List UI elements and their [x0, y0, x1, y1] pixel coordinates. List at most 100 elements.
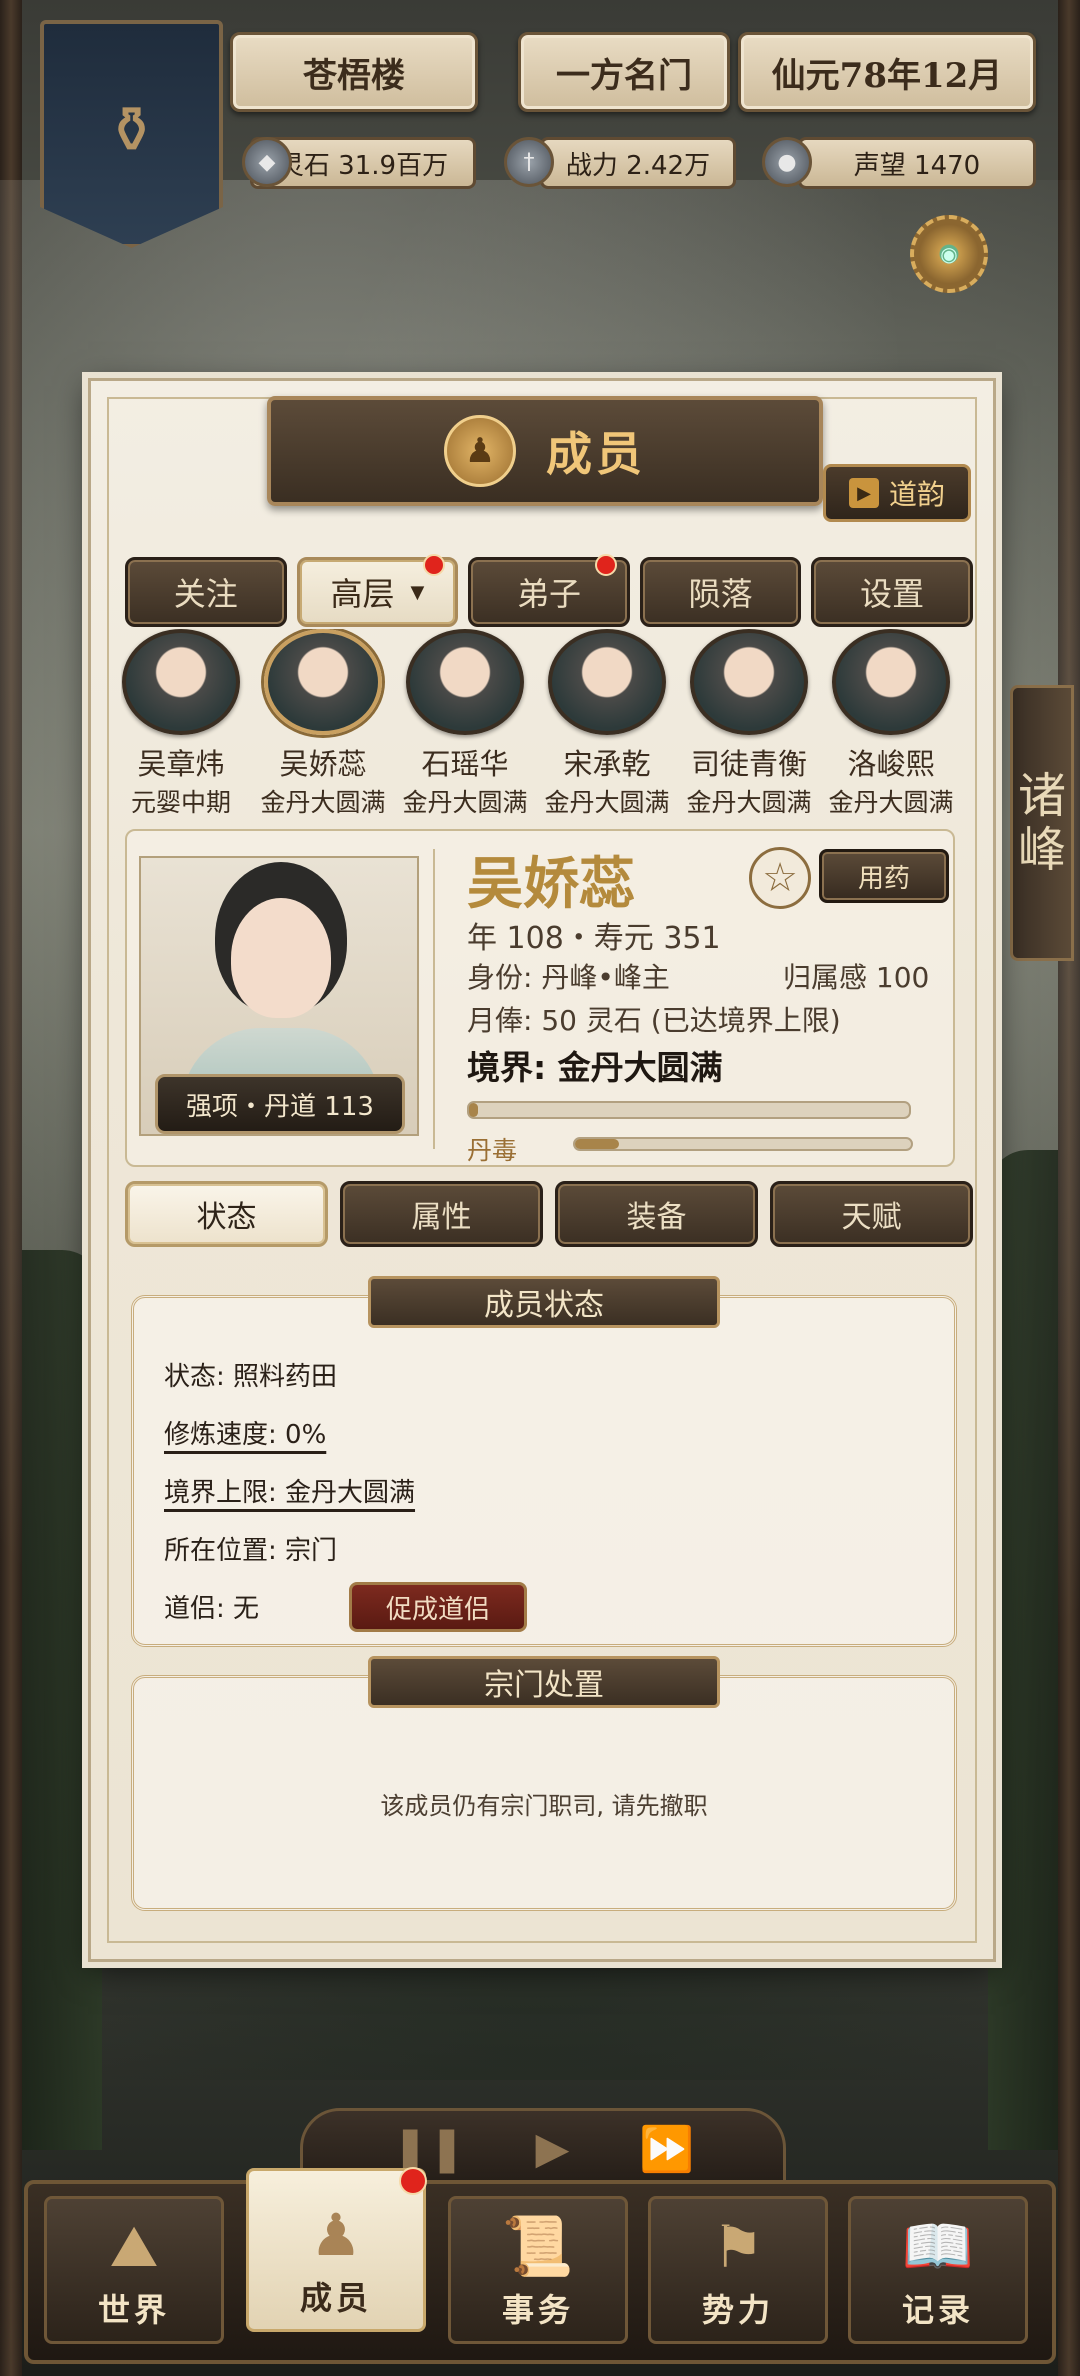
- play-icon: ▶: [848, 478, 879, 508]
- tab-disciple[interactable]: 弟子: [468, 554, 630, 627]
- member-avatar[interactable]: 石瑶华 金丹大圆满: [402, 629, 528, 819]
- member-name-title: 吴娇蕊: [467, 851, 635, 917]
- cultivation-progress-fill: [469, 1103, 478, 1117]
- peaks-side-tab[interactable]: 诸 峰: [1010, 685, 1074, 961]
- member-name: 吴章炜: [137, 747, 225, 781]
- nav-label: 世界: [97, 2291, 170, 2329]
- nav-world[interactable]: ⛰ 世界: [44, 2196, 224, 2344]
- tab-attributes[interactable]: 属性: [340, 1181, 543, 1247]
- tab-follow[interactable]: 关注: [125, 557, 287, 627]
- member-avatar-selected[interactable]: 吴娇蕊 金丹大圆满: [260, 629, 386, 819]
- portrait-head: [231, 898, 331, 1018]
- settings-gear-icon[interactable]: ◉: [910, 215, 988, 293]
- avatar: [832, 629, 950, 735]
- age-lifespan: 年 108・寿元 351: [467, 921, 721, 956]
- avatar: [548, 629, 666, 735]
- scroll-icon: 📜: [501, 2212, 575, 2280]
- member-avatar[interactable]: 宋承乾 金丹大圆满: [545, 629, 670, 819]
- monthly-salary: 月俸: 50 灵石 (已达境界上限): [467, 1004, 841, 1037]
- pause-icon[interactable]: ❚❚: [392, 2123, 466, 2174]
- member-icon: ♟: [310, 2201, 362, 2269]
- member-avatar[interactable]: 吴章炜 元婴中期: [121, 629, 241, 819]
- status-box-title: 成员状态: [368, 1276, 720, 1328]
- panel-title-plaque: ♟ 成员: [267, 396, 823, 506]
- strength-badge: 强项・丹道 113: [155, 1074, 405, 1134]
- realm: 境界: 金丹大圆满: [467, 1048, 723, 1087]
- side-tab-char-1: 诸: [1017, 768, 1066, 824]
- daoyun-label: 道韵: [888, 478, 945, 511]
- avatar: [264, 629, 382, 735]
- member-portrait: 强项・丹道 113: [139, 856, 419, 1136]
- member-profile: 强项・丹道 113 吴娇蕊 ☆ 用药 年 108・寿元 351 身份: 丹峰•峰…: [125, 829, 955, 1167]
- member-realm: 元婴中期: [130, 788, 231, 817]
- member-realm: 金丹大圆满: [402, 788, 528, 817]
- cultivation-progress-bar: [467, 1101, 911, 1119]
- fast-forward-icon[interactable]: ⏩: [639, 2123, 694, 2175]
- detail-tabs: 状态 属性 装备 天赋: [125, 1181, 973, 1247]
- tab-talent[interactable]: 天赋: [770, 1181, 973, 1247]
- tab-label: 弟子: [516, 575, 581, 613]
- tab-status[interactable]: 状态: [125, 1181, 328, 1247]
- member-realm: 金丹大圆满: [260, 788, 386, 817]
- tab-senior[interactable]: 高层 ▼: [296, 554, 459, 627]
- spirit-stone-icon: ◆: [242, 137, 292, 187]
- member-panel: ♟ 成员 ▶ 道韵 关注 高层 ▼ 弟子 陨落 设置 吴章炜 元婴中期 吴娇蕊 金丹大…: [88, 378, 996, 1962]
- member-icon: ♟: [444, 415, 516, 487]
- notification-dot: [423, 554, 446, 576]
- member-avatar[interactable]: 洛峻熙 金丹大圆满: [828, 629, 954, 819]
- dan-poison-fill: [575, 1139, 619, 1149]
- favorite-star-icon[interactable]: ☆: [749, 847, 811, 909]
- disposal-notice: 该成员仍有宗门职司, 请先撤职: [380, 1792, 708, 1820]
- sword-icon: †: [504, 137, 554, 187]
- avatar: [406, 629, 524, 735]
- member-name: 宋承乾: [563, 747, 651, 781]
- sect-disposal-box: 宗门处置 该成员仍有宗门职司, 请先撤职: [131, 1656, 957, 1911]
- reputation-counter: 声望 1470: [798, 137, 1036, 189]
- dao-partner: 道侣: 无: [164, 1594, 260, 1624]
- avatar: [690, 629, 808, 735]
- nav-member[interactable]: ♟ 成员: [246, 2167, 427, 2332]
- sect-rank[interactable]: 一方名门: [518, 32, 730, 112]
- tab-fallen[interactable]: 陨落: [639, 557, 802, 627]
- realm-limit[interactable]: 境界上限: 金丹大圆满: [164, 1472, 415, 1509]
- bottom-nav: ⛰ 世界 ♟ 成员 📜 事务 ⚑ 势力 📖 记录: [24, 2167, 1056, 2364]
- nav-affairs[interactable]: 📜 事务: [448, 2196, 628, 2344]
- member-status-box: 成员状态 状态: 照料药田 修炼速度: 0% 境界上限: 金丹大圆满 所在位置:…: [131, 1276, 957, 1647]
- sect-name[interactable]: 苍梧楼: [230, 32, 478, 112]
- status-state: 状态: 照料药田: [164, 1362, 338, 1392]
- member-avatar-list: 吴章炜 元婴中期 吴娇蕊 金丹大圆满 石瑶华 金丹大圆满 宋承乾 金丹大圆满 司徒青衡金…: [121, 629, 977, 819]
- use-medicine-button[interactable]: 用药: [819, 849, 949, 903]
- tab-label: 设置: [860, 575, 925, 613]
- member-name: 石瑶华: [421, 747, 509, 781]
- nav-label: 成员: [299, 2279, 372, 2317]
- location: 所在位置: 宗门: [164, 1536, 338, 1566]
- sect-banner[interactable]: ⚱: [40, 20, 223, 248]
- nav-records[interactable]: 📖 记录: [848, 2196, 1028, 2344]
- tab-equipment[interactable]: 装备: [555, 1181, 758, 1247]
- dao-partner-row: 道侣: 无 促成道侣: [164, 1582, 527, 1632]
- nav-forces[interactable]: ⚑ 势力: [648, 2196, 828, 2344]
- tab-label: 陨落: [688, 575, 753, 613]
- play-icon[interactable]: ▶: [536, 2123, 570, 2174]
- profile-divider: [433, 849, 435, 1149]
- book-icon: 📖: [901, 2212, 975, 2280]
- nav-label: 事务: [501, 2291, 574, 2329]
- tab-label: 高层: [330, 575, 395, 613]
- sect-box-title: 宗门处置: [368, 1656, 720, 1708]
- dropdown-caret-icon: ▼: [410, 581, 425, 603]
- world-icon: ⛰: [109, 2212, 159, 2280]
- member-avatar[interactable]: 司徒青衡 金丹大圆满: [686, 629, 812, 819]
- member-realm: 金丹大圆满: [686, 788, 812, 817]
- daoyun-button[interactable]: ▶ 道韵: [823, 464, 971, 522]
- banner-icon: ⚑: [712, 2213, 764, 2281]
- member-realm: 金丹大圆满: [828, 788, 954, 817]
- tab-settings[interactable]: 设置: [811, 557, 973, 627]
- combat-power-counter: 战力 2.42万: [540, 137, 736, 189]
- cultivation-speed[interactable]: 修炼速度: 0%: [164, 1414, 326, 1451]
- notification-dot: [399, 2167, 427, 2195]
- dan-poison-bar: [573, 1137, 913, 1151]
- dan-poison-label: 丹毒: [467, 1136, 518, 1165]
- arrange-partner-button[interactable]: 促成道侣: [349, 1582, 527, 1632]
- panel-title: 成员: [546, 427, 646, 481]
- member-name: 洛峻熙: [847, 747, 935, 781]
